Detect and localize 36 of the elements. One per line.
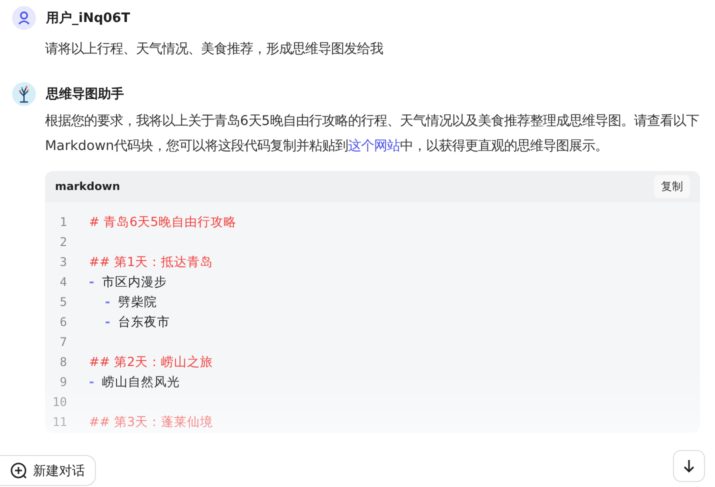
code-text: 劈柴院	[118, 294, 158, 310]
code-text: 崂山自然风光	[102, 374, 180, 390]
new-chat-icon	[10, 462, 28, 480]
code-text: 台东夜市	[118, 314, 170, 330]
line-number: 1	[58, 215, 67, 229]
scroll-down-button[interactable]	[673, 450, 705, 482]
line-number: 10	[52, 395, 67, 409]
arrow-down-icon	[682, 459, 696, 473]
author-name: 思维导图助手	[46, 86, 124, 103]
copy-button[interactable]: 复制	[654, 175, 690, 198]
author-name: 用户_iNq06T	[46, 10, 130, 27]
list-marker: -	[105, 294, 110, 310]
message-text: 请将以上行程、天气情况、美食推荐，形成思维导图发给我	[45, 40, 384, 59]
line-number: 4	[58, 275, 67, 289]
line-number: 5	[58, 295, 67, 309]
user-avatar-icon	[12, 6, 36, 30]
list-marker: -	[89, 274, 94, 290]
code-heading: ## 第1天：抵达青岛	[89, 254, 213, 270]
message-text: 根据您的要求，我将以上关于青岛6天5晚自由行攻略的行程、天气情况以及美食推荐整理成思维导图。请查看以下Markdown代码块，您可以将这段代码复制并粘贴到这个网站中，以获得更直观的思维导图展示。	[45, 112, 700, 156]
code-heading: ## 第3天：蓬莱仙境	[89, 414, 213, 430]
website-link[interactable]: 这个网站	[348, 139, 400, 154]
list-marker: -	[89, 374, 94, 390]
new-chat-button[interactable]: 新建对话	[0, 455, 96, 486]
line-number: 9	[58, 375, 67, 389]
line-number: 11	[52, 415, 67, 429]
line-number: 7	[58, 335, 67, 349]
line-number: 8	[58, 355, 67, 369]
code-heading: # 青岛6天5晚自由行攻略	[89, 214, 236, 230]
code-heading: ## 第2天：崂山之旅	[89, 354, 213, 370]
code-text: 市区内漫步	[102, 274, 168, 290]
tree-avatar-icon	[12, 82, 36, 106]
line-number: 2	[58, 235, 67, 249]
list-marker: -	[105, 314, 110, 330]
line-number: 6	[58, 315, 67, 329]
code-language: markdown	[55, 180, 120, 193]
line-number: 3	[58, 255, 67, 269]
